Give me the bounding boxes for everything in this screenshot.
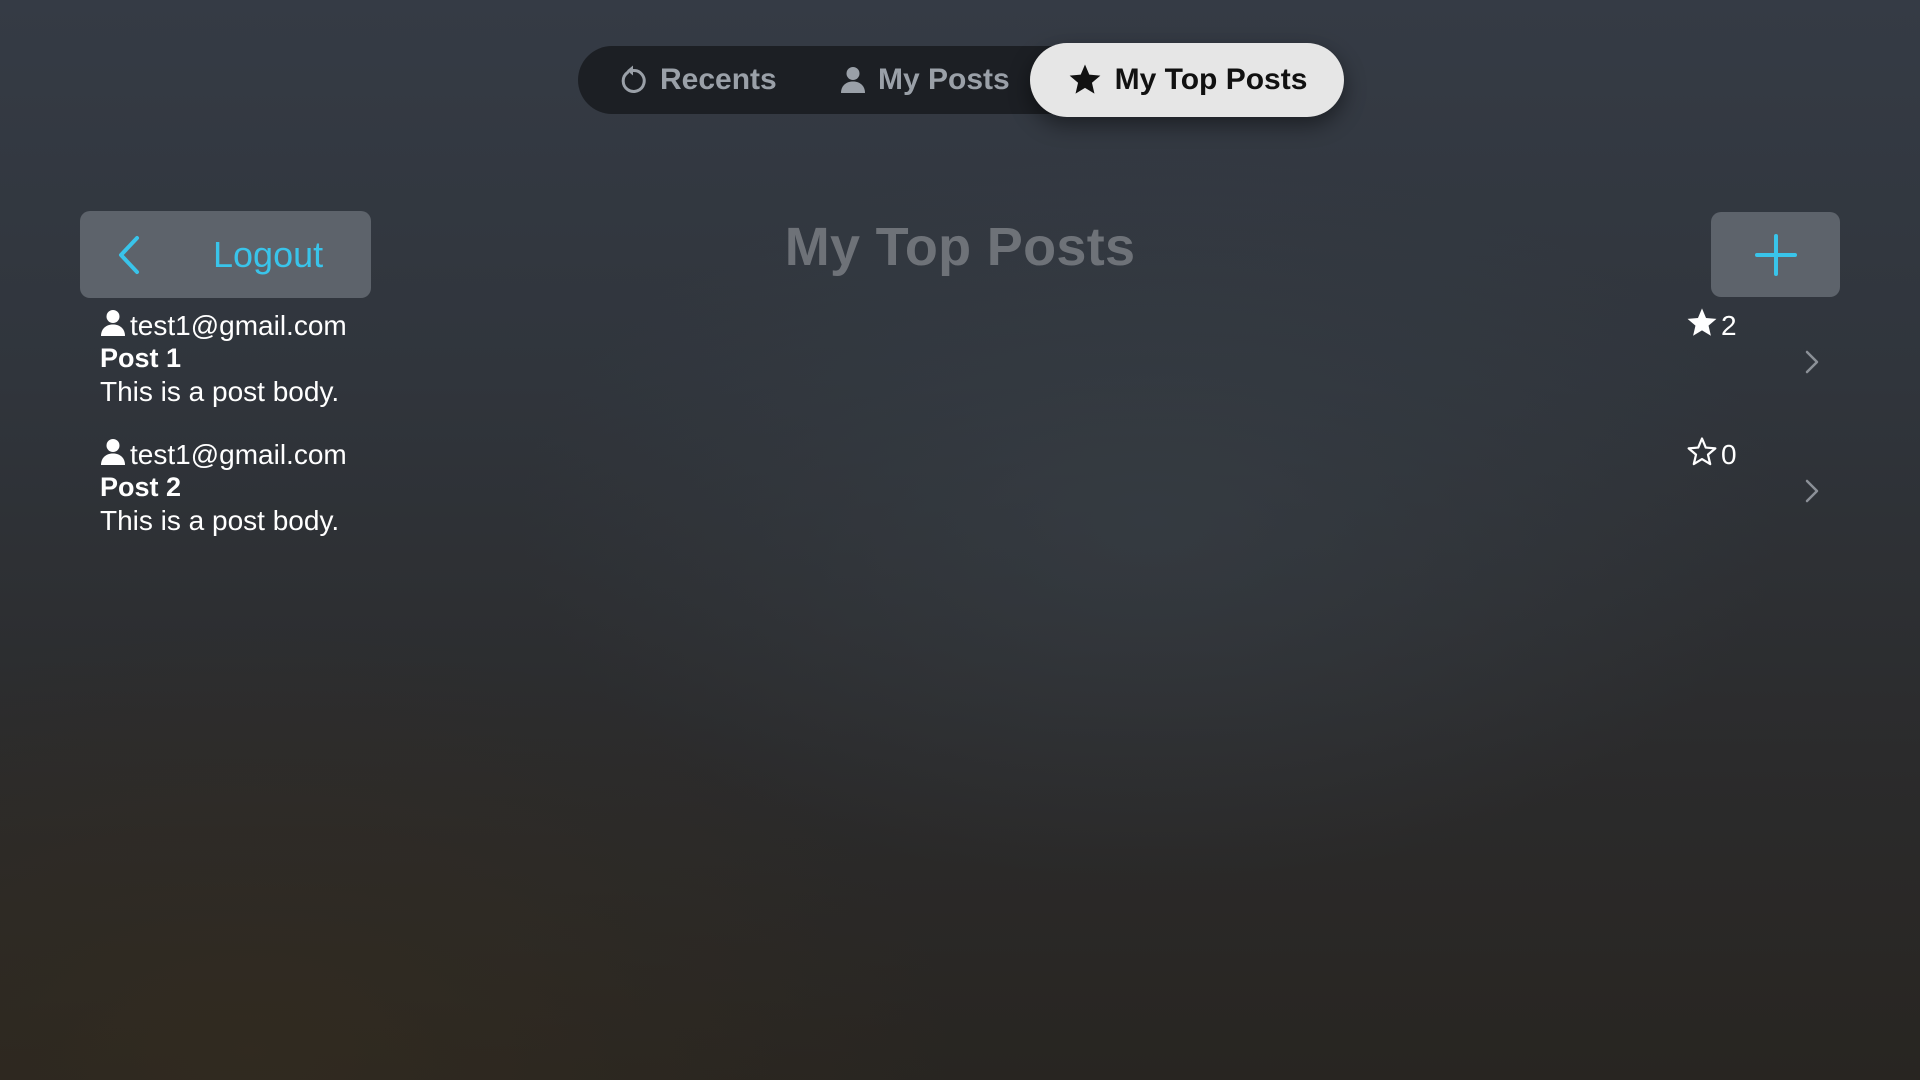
post-title: Post 2 (100, 472, 182, 502)
tab-recents-label: Recents (660, 63, 777, 96)
add-post-button[interactable] (1711, 212, 1840, 297)
person-icon (100, 309, 126, 344)
star-outline-icon (1685, 436, 1719, 475)
person-icon (100, 438, 126, 473)
star-icon (1067, 63, 1103, 97)
post-body: This is a post body. (100, 505, 340, 536)
post-body: This is a post body. (100, 376, 340, 407)
post-author: test1@gmail.com (100, 305, 347, 347)
person-icon (840, 66, 866, 94)
recents-icon (618, 64, 648, 96)
star-count-value: 0 (1721, 439, 1737, 470)
tab-my-posts-label: My Posts (878, 63, 1010, 96)
post-list-item[interactable]: test1@gmail.com Post 2 This is a post bo… (80, 434, 1840, 559)
tab-my-top-posts[interactable]: My Top Posts (1030, 43, 1344, 117)
star-count[interactable]: 0 (1685, 434, 1737, 476)
star-count-value: 2 (1721, 310, 1737, 341)
chevron-right-icon (1805, 479, 1819, 508)
page-title: My Top Posts (784, 217, 1136, 277)
chevron-right-icon (1805, 350, 1819, 379)
tab-recents[interactable]: Recents (618, 46, 777, 114)
star-count[interactable]: 2 (1685, 305, 1737, 347)
plus-icon (1755, 234, 1797, 276)
post-title: Post 1 (100, 343, 182, 373)
tab-my-posts[interactable]: My Posts (840, 46, 1010, 114)
post-author-email: test1@gmail.com (130, 439, 347, 470)
tab-bar: Recents My Posts My Top Posts (578, 43, 1344, 117)
star-filled-icon (1685, 307, 1719, 346)
post-list-item[interactable]: test1@gmail.com Post 1 This is a post bo… (80, 305, 1840, 430)
post-author-email: test1@gmail.com (130, 310, 347, 341)
post-author: test1@gmail.com (100, 434, 347, 476)
tab-my-top-posts-label: My Top Posts (1114, 63, 1308, 96)
